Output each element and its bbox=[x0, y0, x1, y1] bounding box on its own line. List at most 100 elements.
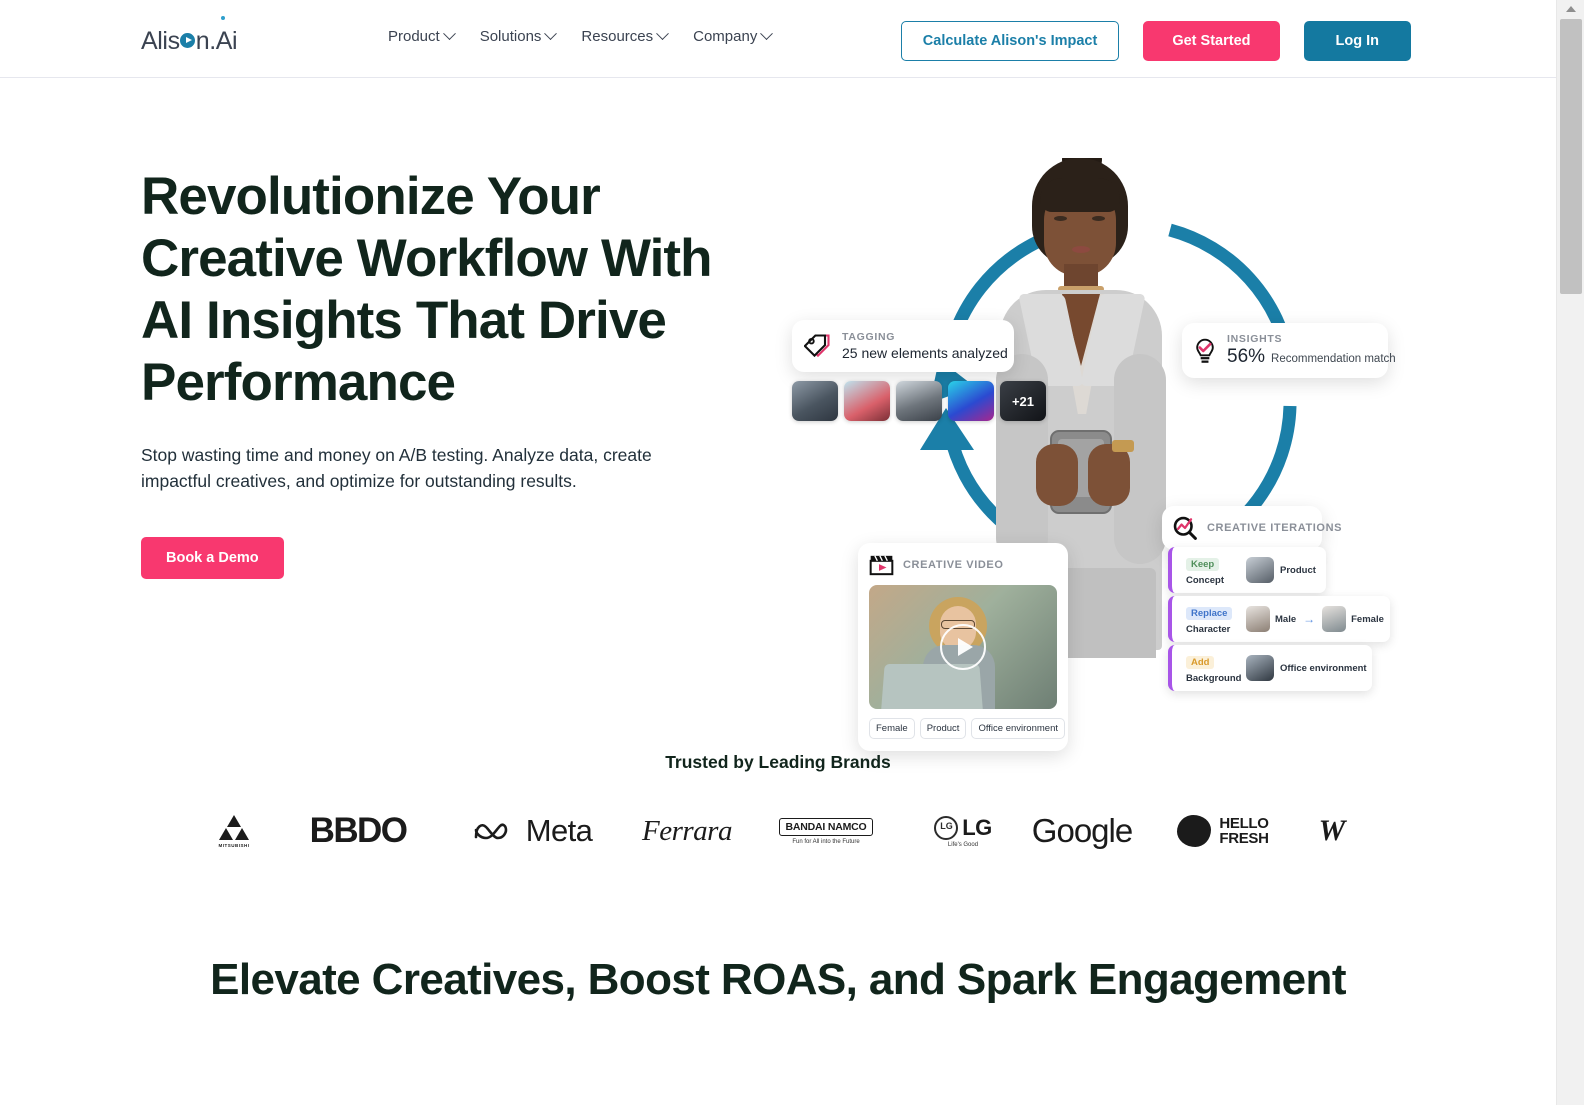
tagging-card: TAGGING 25 new elements analyzed bbox=[792, 320, 1014, 372]
browser-viewport: Alis n .Ai Product Solutions Resources Com… bbox=[0, 0, 1556, 1105]
arrow-right-icon: → bbox=[1303, 612, 1316, 626]
hellofresh-leaf-icon bbox=[1177, 815, 1212, 847]
page-scrollbar[interactable] bbox=[1556, 0, 1584, 1105]
thumbnail-overflow-count: +21 bbox=[1011, 393, 1035, 409]
tagging-text: TAGGING 25 new elements analyzed bbox=[842, 331, 1008, 361]
clapperboard-icon bbox=[869, 555, 894, 576]
insights-value-row: 56% Recommendation match bbox=[1227, 346, 1396, 368]
ci-avatar-female bbox=[1322, 606, 1347, 632]
brand-logo-bandai-namco: BANDAI NAMCO Fun for All into the Future bbox=[770, 799, 882, 863]
creative-video-chips: Female Product Office environment bbox=[869, 718, 1065, 739]
ci-field-concept: Concept bbox=[1186, 575, 1224, 586]
nav-label-solutions: Solutions bbox=[479, 28, 542, 45]
creative-iterations-card: CREATIVE ITERATIONS bbox=[1162, 506, 1341, 550]
logo-text-part3: .Ai bbox=[209, 27, 238, 55]
creative-iterations-title: CREATIVE ITERATIONS bbox=[1207, 522, 1343, 534]
nav-item-company[interactable]: Company bbox=[693, 27, 774, 45]
brand-logo-row: MITSUBISHI BBDO Meta Ferrara BANDAI NAMC… bbox=[0, 799, 1556, 863]
tagging-label: TAGGING bbox=[842, 331, 896, 343]
thumbnail-overflow: +21 bbox=[1000, 381, 1046, 421]
person-fringe bbox=[1040, 178, 1120, 212]
insights-percent: 56% bbox=[1227, 346, 1266, 367]
person-eye-right bbox=[1092, 216, 1105, 221]
chevron-down-icon bbox=[442, 27, 456, 41]
nav-item-resources[interactable]: Resources bbox=[581, 27, 669, 45]
creative-video-title: CREATIVE VIDEO bbox=[903, 559, 1004, 571]
video-chip-product[interactable]: Product bbox=[919, 718, 967, 739]
ci-row-add-left: Add Background bbox=[1186, 652, 1246, 684]
ci-value-product: Product bbox=[1280, 564, 1316, 576]
brand-logo-hellofresh: HELLO FRESH bbox=[1168, 799, 1278, 863]
play-icon[interactable] bbox=[940, 624, 986, 670]
ci-value-female: Female bbox=[1351, 613, 1384, 625]
scrollbar-thumb[interactable] bbox=[1560, 19, 1582, 294]
thumbnail-2 bbox=[844, 381, 890, 421]
brand-tagline-lg: Life's Good bbox=[947, 841, 979, 848]
person-lips bbox=[1072, 246, 1090, 253]
ci-value-office: Office environment bbox=[1280, 662, 1367, 674]
section-heading: Elevate Creatives, Boost ROAS, and Spark… bbox=[210, 955, 1346, 1004]
brand-wordmark-lg: LG bbox=[962, 814, 992, 840]
video-laptop bbox=[881, 664, 983, 709]
chevron-down-icon bbox=[760, 27, 774, 41]
nav-label-product: Product bbox=[388, 28, 440, 45]
book-a-demo-button[interactable]: Book a Demo bbox=[141, 537, 284, 579]
brand-wordmark-fresh: FRESH bbox=[1219, 830, 1269, 847]
header-actions: Calculate Alison's Impact Get Started Lo… bbox=[900, 21, 1411, 61]
trusted-brands-title: Trusted by Leading Brands bbox=[665, 752, 891, 772]
ci-row-replace-left: Replace Character bbox=[1186, 603, 1246, 635]
ci-thumbnail-office bbox=[1246, 655, 1274, 681]
hero-section: Revolutionize Your Creative Workflow Wit… bbox=[0, 78, 1556, 751]
brand-wordmark-bandai-namco: BANDAI NAMCO bbox=[779, 817, 873, 836]
ci-thumbnail-product bbox=[1246, 557, 1274, 583]
magnifier-chart-icon bbox=[1173, 516, 1197, 540]
play-circle-icon bbox=[180, 33, 196, 48]
log-in-button[interactable]: Log In bbox=[1303, 21, 1411, 61]
meta-infinity-icon bbox=[474, 823, 508, 840]
ci-field-background: Background bbox=[1186, 673, 1242, 684]
brand-logo-ferrara: Ferrara bbox=[642, 814, 732, 847]
brand-wordmark-meta: Meta bbox=[525, 813, 593, 848]
chevron-down-icon bbox=[544, 27, 558, 41]
logo-text-part1: Alis bbox=[141, 27, 180, 55]
ci-action-add: Add bbox=[1186, 656, 1215, 669]
chevron-down-icon bbox=[656, 27, 669, 41]
hero-illustration: TAGGING 25 new elements analyzed +21 INS… bbox=[770, 158, 1470, 751]
hellofresh-wordmark: HELLO FRESH bbox=[1219, 816, 1269, 847]
site-logo[interactable]: Alis n .Ai bbox=[141, 27, 238, 56]
person-eye-left bbox=[1054, 216, 1067, 221]
get-started-button[interactable]: Get Started bbox=[1143, 21, 1280, 61]
ci-field-character: Character bbox=[1186, 624, 1231, 635]
person-watch bbox=[1112, 440, 1134, 452]
brand-logo-mitsubishi: MITSUBISHI bbox=[208, 799, 260, 863]
creative-video-card: CREATIVE VIDEO Female Product Office env… bbox=[858, 543, 1068, 751]
nav-item-product[interactable]: Product bbox=[388, 27, 456, 45]
nav-item-solutions[interactable]: Solutions bbox=[479, 27, 558, 45]
nav-label-company: Company bbox=[693, 28, 758, 45]
tagging-thumbnail-strip: +21 bbox=[792, 381, 1046, 421]
lg-circle-icon bbox=[934, 815, 959, 840]
thumbnail-3 bbox=[896, 381, 942, 421]
site-header: Alis n .Ai Product Solutions Resources Com… bbox=[0, 0, 1556, 78]
thumbnail-4 bbox=[948, 381, 994, 421]
nav-label-resources: Resources bbox=[581, 28, 654, 45]
brand-tagline-bandai-namco: Fun for All into the Future bbox=[792, 838, 860, 845]
person-hand-left bbox=[1036, 444, 1078, 506]
ci-action-keep: Keep bbox=[1186, 558, 1220, 571]
ci-row-keep: Keep Concept Product bbox=[1168, 547, 1326, 593]
ci-value-male: Male bbox=[1275, 613, 1297, 625]
scroll-up-arrow-icon[interactable] bbox=[1557, 0, 1584, 18]
insights-label: INSIGHTS bbox=[1227, 333, 1283, 345]
brand-logo-partial: W bbox=[1318, 814, 1346, 847]
insights-note: Recommendation match bbox=[1271, 353, 1396, 365]
creative-video-thumbnail[interactable] bbox=[869, 585, 1057, 709]
main-nav: Product Solutions Resources Company bbox=[388, 27, 774, 45]
insights-card: INSIGHTS 56% Recommendation match bbox=[1182, 323, 1396, 378]
page-title: Revolutionize Your Creative Workflow Wit… bbox=[141, 167, 713, 412]
logo-text-part2: n bbox=[195, 27, 210, 55]
calculate-impact-button[interactable]: Calculate Alison's Impact bbox=[900, 21, 1120, 61]
video-chip-female[interactable]: Female bbox=[869, 718, 915, 739]
video-chip-office[interactable]: Office environment bbox=[971, 718, 1065, 739]
brand-logo-lg: LG Life's Good bbox=[925, 799, 1001, 863]
ci-action-replace: Replace bbox=[1186, 607, 1233, 620]
